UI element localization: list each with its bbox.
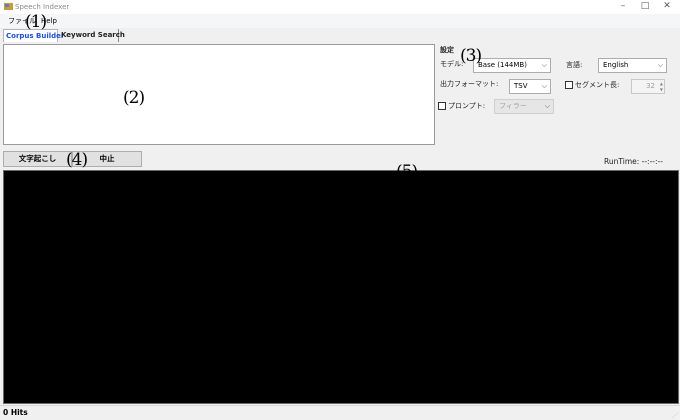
transcribe-button[interactable]: 文字起こし — [3, 151, 72, 167]
annotation-marker-2: (2) — [123, 88, 145, 108]
runtime-label: RunTime: --:--:-- — [604, 157, 663, 166]
model-select[interactable]: Base (144MB) ⌵ — [473, 58, 551, 73]
annotation-marker-3: (3) — [460, 46, 482, 66]
model-select-value: Base (144MB) — [478, 61, 527, 69]
spin-down-icon[interactable]: ▼ — [660, 87, 663, 92]
close-button[interactable]: ✕ — [656, 0, 678, 14]
prompt-checkbox[interactable] — [438, 102, 446, 110]
prompt-label: プロンプト: — [448, 102, 486, 110]
chevron-down-icon: ⌵ — [657, 61, 663, 69]
chevron-down-icon: ⌵ — [541, 82, 547, 90]
language-label: 言語: — [566, 61, 583, 69]
settings-heading: 設定 — [440, 46, 454, 54]
segment-length-spinner[interactable]: 32 ▲ ▼ — [631, 79, 665, 94]
format-select[interactable]: TSV ⌵ — [509, 79, 551, 94]
input-text-area[interactable] — [3, 44, 435, 145]
spin-up-icon[interactable]: ▲ — [660, 81, 663, 86]
output-console[interactable] — [3, 170, 679, 404]
status-bar — [0, 405, 680, 420]
app-icon — [4, 3, 13, 10]
menu-bar — [0, 14, 680, 28]
maximize-button[interactable]: □ — [634, 0, 656, 14]
language-select[interactable]: English ⌵ — [598, 58, 667, 73]
prompt-select-value: フィラー — [499, 102, 527, 110]
annotation-marker-5: (5) — [396, 162, 418, 182]
minimize-button[interactable]: – — [612, 0, 634, 14]
format-label: 出力フォーマット: — [440, 80, 499, 88]
segment-length-value: 32 — [646, 82, 655, 90]
segment-label: セグメント長: — [575, 81, 620, 89]
format-select-value: TSV — [514, 82, 528, 90]
hits-count: 0 Hits — [3, 408, 28, 417]
tab-keyword-search[interactable]: Keyword Search — [59, 29, 125, 42]
annotation-marker-1: (1) — [25, 12, 47, 32]
chevron-down-icon: ⌵ — [541, 61, 547, 69]
chevron-down-icon: ⌵ — [544, 102, 550, 110]
resize-grip-icon[interactable]: ⋰ — [672, 412, 678, 419]
annotation-marker-4: (4) — [66, 150, 88, 170]
title-bar — [0, 0, 680, 14]
language-select-value: English — [603, 61, 629, 69]
segment-checkbox[interactable] — [565, 81, 573, 89]
prompt-select: フィラー ⌵ — [494, 99, 554, 114]
